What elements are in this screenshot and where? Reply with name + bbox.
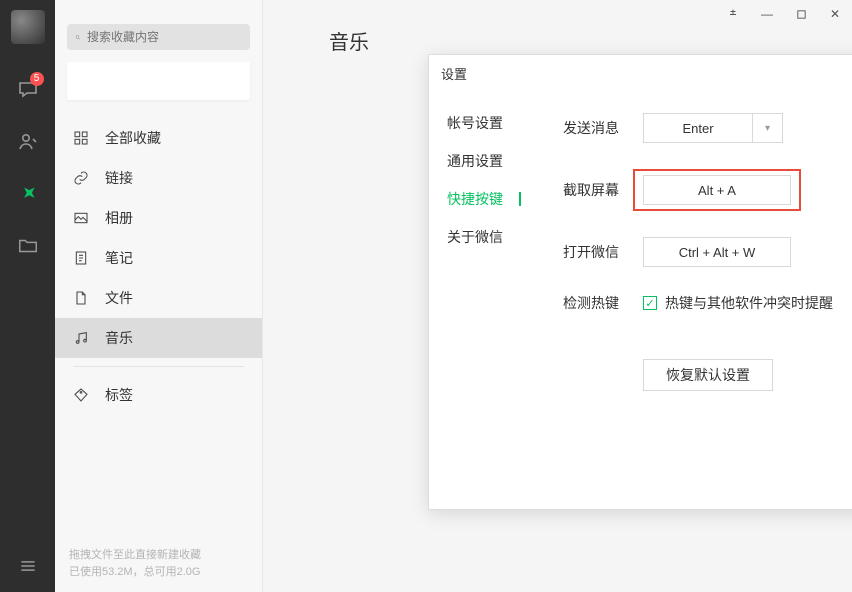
fav-item-albums[interactable]: 相册	[55, 198, 262, 238]
send-combo[interactable]: Enter ▾	[643, 113, 783, 143]
file-icon	[73, 290, 91, 306]
grid-icon	[73, 130, 91, 146]
fav-label: 文件	[105, 288, 133, 308]
favorites-icon[interactable]	[8, 174, 48, 214]
open-input[interactable]: Ctrl + Alt + W	[643, 237, 791, 267]
fav-label: 音乐	[105, 328, 133, 348]
fav-item-links[interactable]: 链接	[55, 158, 262, 198]
fav-label: 标签	[105, 385, 133, 405]
image-icon	[73, 210, 91, 226]
menu-icon[interactable]	[8, 546, 48, 586]
tag-icon	[73, 387, 91, 403]
settings-dialog: 设置 — ✕ 帐号设置 通用设置 快捷按键 关于微信 发送消息	[428, 54, 852, 510]
left-rail: 5	[0, 0, 55, 592]
minimize-button[interactable]: —	[750, 0, 784, 28]
pin-icon[interactable]	[716, 0, 750, 28]
search-input[interactable]	[67, 24, 250, 50]
send-label: 发送消息	[563, 118, 643, 138]
chat-icon[interactable]: 5	[8, 70, 48, 110]
screenshot-input[interactable]: Alt + A	[643, 175, 791, 205]
unread-badge: 5	[30, 72, 44, 86]
fav-item-notes[interactable]: 笔记	[55, 238, 262, 278]
chevron-down-icon[interactable]: ▾	[753, 113, 783, 143]
settings-nav: 帐号设置 通用设置 快捷按键 关于微信	[429, 91, 535, 509]
screenshot-label: 截取屏幕	[563, 180, 643, 200]
nav-general[interactable]: 通用设置	[447, 151, 535, 171]
open-label: 打开微信	[563, 242, 643, 262]
search-field[interactable]	[87, 30, 242, 44]
conflict-checkbox[interactable]: ✓	[643, 296, 657, 310]
window-controls: — ✕	[716, 0, 852, 28]
fav-item-music[interactable]: 音乐	[55, 318, 262, 358]
conflict-text: 热键与其他软件冲突时提醒	[665, 293, 833, 313]
nav-about[interactable]: 关于微信	[447, 227, 535, 247]
recent-card[interactable]	[67, 62, 250, 100]
nav-shortcuts[interactable]: 快捷按键	[447, 189, 535, 209]
contacts-icon[interactable]	[8, 122, 48, 162]
fav-label: 相册	[105, 208, 133, 228]
storage-footer: 拖拽文件至此直接新建收藏 已使用53.2M，总可用2.0G	[55, 537, 262, 592]
fav-item-tags[interactable]: 标签	[55, 375, 262, 415]
note-icon	[73, 250, 91, 266]
nav-account[interactable]: 帐号设置	[447, 113, 535, 133]
detect-label: 检测热键	[563, 293, 643, 313]
settings-content: 发送消息 Enter ▾ 截取屏幕 Alt + A 打开微信	[535, 91, 852, 509]
send-value: Enter	[643, 113, 753, 143]
link-icon	[73, 170, 91, 186]
dialog-title: 设置	[441, 64, 467, 83]
close-button[interactable]: ✕	[818, 0, 852, 28]
fav-label: 链接	[105, 168, 133, 188]
avatar[interactable]	[11, 10, 45, 44]
files-icon[interactable]	[8, 226, 48, 266]
fav-label: 全部收藏	[105, 128, 161, 148]
fav-label: 笔记	[105, 248, 133, 268]
restore-defaults-button[interactable]: 恢复默认设置	[643, 359, 773, 391]
fav-item-all[interactable]: 全部收藏	[55, 118, 262, 158]
favorites-panel: 全部收藏 链接 相册 笔记 文件 音乐	[55, 0, 263, 592]
maximize-button[interactable]	[784, 0, 818, 28]
screenshot-highlight: Alt + A	[633, 169, 801, 211]
music-icon	[73, 330, 91, 346]
main-area: — ✕ 音乐 设置 — ✕ 帐号设置 通用设置 快捷按键 关于微信	[263, 0, 852, 592]
fav-item-files[interactable]: 文件	[55, 278, 262, 318]
